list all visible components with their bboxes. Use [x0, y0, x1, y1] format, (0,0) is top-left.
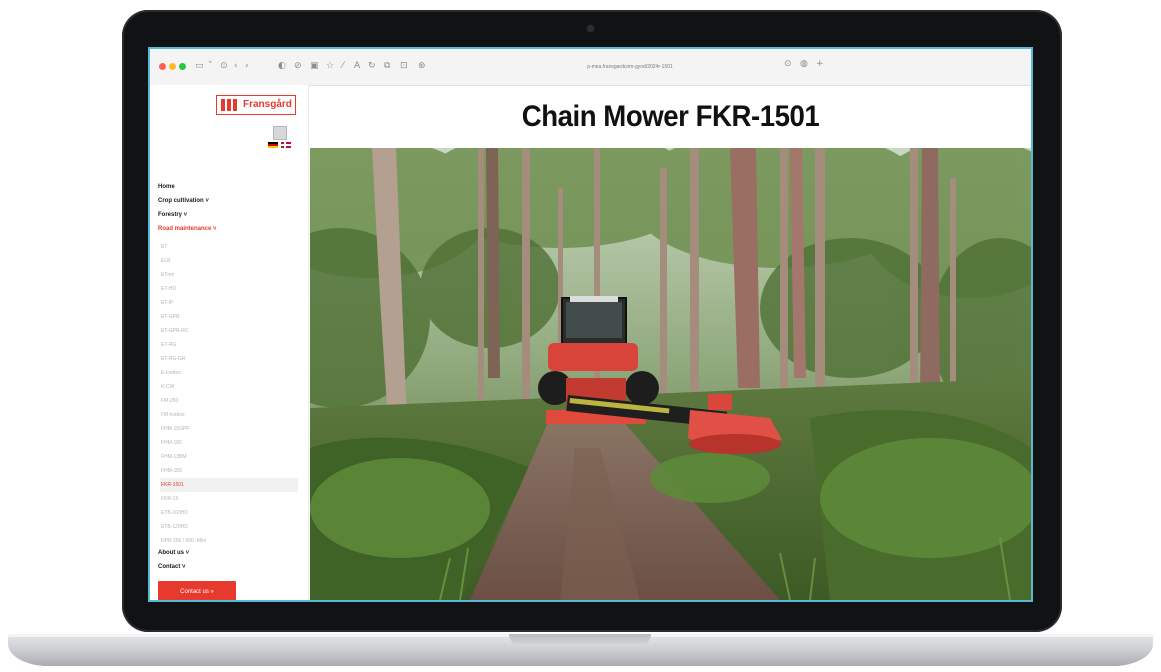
share-icon[interactable]: ⊙	[784, 59, 792, 69]
nav-item-lower-0[interactable]: About us ˅	[158, 546, 303, 560]
submenu-item[interactable]: FHM-13BM	[160, 450, 298, 464]
minimize-window-button[interactable]	[169, 63, 176, 70]
bookmark-star-icon[interactable]: ☆	[326, 60, 334, 72]
browser-toolbar: ▭ ˅ ⊙ ‹ › ◐ ⊘ ▣ ☆ ⁄ A ↻ ⧉ ⊡ ⊛ p-mea.fran…	[150, 49, 1031, 86]
tabs-overview-icon[interactable]: ⊡	[400, 60, 408, 72]
translate-icon[interactable]: ⁄	[342, 60, 344, 72]
webcam	[587, 25, 594, 32]
nav-item-2[interactable]: Forestry ˅	[158, 208, 303, 222]
submenu-item[interactable]: FHM-15GPP	[160, 422, 298, 436]
submenu-item[interactable]: ET-HD	[160, 282, 298, 296]
refresh-icon[interactable]: ↻	[368, 60, 376, 72]
logo-text: Fransgård	[243, 99, 292, 110]
nav-item-0[interactable]: Home	[158, 180, 303, 194]
submenu-item[interactable]: FM-Icebox	[160, 408, 298, 422]
submenu-item[interactable]: FM-250	[160, 394, 298, 408]
laptop-base-notch	[509, 634, 651, 646]
submenu-item[interactable]: E-Icebox	[160, 366, 298, 380]
address-bar[interactable]: p-mea.fransgardcom-gyod/2024r-1501	[470, 60, 790, 74]
logo-mark-icon	[221, 99, 239, 111]
sidebar: Fransgård Home Crop cultivation ˅ Forestry…	[150, 85, 309, 600]
copy-icon[interactable]: ⧉	[384, 60, 390, 72]
font-size-icon[interactable]: A	[354, 60, 360, 72]
submenu-item[interactable]: ET-GPR	[160, 310, 298, 324]
submenu-item[interactable]: FHM-183	[160, 464, 298, 478]
extensions-icon[interactable]: ⊛	[418, 60, 426, 72]
submenu-item[interactable]: ELB	[160, 254, 298, 268]
submenu-item[interactable]: ET-RG	[160, 338, 298, 352]
new-tab-icon[interactable]: +	[816, 59, 824, 69]
secondary-nav: About us ˅ Contact ˅	[158, 546, 303, 574]
submenu-item[interactable]: ETB-100HD	[160, 506, 298, 520]
submenu-item[interactable]: FKR-15	[160, 492, 298, 506]
nav-item-1[interactable]: Crop cultivation ˅	[158, 194, 303, 208]
forward-icon[interactable]: ›	[245, 60, 249, 72]
product-photo	[310, 148, 1031, 600]
submenu-item[interactable]: ETnm	[160, 268, 298, 282]
submenu-item[interactable]: K-CW	[160, 380, 298, 394]
chevron-down-icon[interactable]: ˅	[208, 60, 213, 72]
submenu-item[interactable]: FKR-1501	[160, 478, 298, 492]
language-selector-icon[interactable]	[273, 126, 287, 140]
fransgard-logo[interactable]: Fransgård	[216, 95, 296, 115]
nav-item-lower-1[interactable]: Contact ˅	[158, 560, 303, 574]
road-maintenance-submenu: ET ELB ETnm ET-HD ET-IP ET-GPR ET-GPR-RC ET-RG E…	[160, 240, 298, 548]
screenshot-icon[interactable]: ▣	[310, 60, 319, 72]
submenu-item[interactable]: ET-IP	[160, 296, 298, 310]
tab-group-icon[interactable]: ⊙	[220, 60, 228, 72]
reader-icon[interactable]: ⊘	[294, 60, 302, 72]
sidebar-icon[interactable]: ▭	[195, 60, 204, 72]
german-flag-icon[interactable]	[268, 142, 278, 148]
submenu-item[interactable]: ETB-120HD	[160, 520, 298, 534]
shield-icon[interactable]: ◐	[278, 60, 286, 72]
downloads-icon[interactable]: ◍	[800, 59, 808, 69]
submenu-item[interactable]: ET	[160, 240, 298, 254]
zoom-window-button[interactable]	[179, 63, 186, 70]
nav-item-3[interactable]: Road maintenance ˅	[158, 222, 303, 236]
close-window-button[interactable]	[159, 63, 166, 70]
page-title: Chain Mower FKR-1501	[521, 100, 820, 133]
main-nav: Home Crop cultivation ˅ Forestry ˅ Road mai…	[158, 180, 303, 236]
submenu-item[interactable]: ET-RG-GR	[160, 352, 298, 366]
submenu-item[interactable]: ET-GPR-RC	[160, 324, 298, 338]
submenu-item[interactable]: FHM-182	[160, 436, 298, 450]
contact-us-button[interactable]: Contact us »	[158, 581, 236, 600]
danish-flag-icon[interactable]	[281, 142, 291, 148]
back-icon[interactable]: ‹	[234, 60, 238, 72]
screen: ▭ ˅ ⊙ ‹ › ◐ ⊘ ▣ ☆ ⁄ A ↻ ⧉ ⊡ ⊛ p-mea.fran…	[148, 47, 1033, 602]
